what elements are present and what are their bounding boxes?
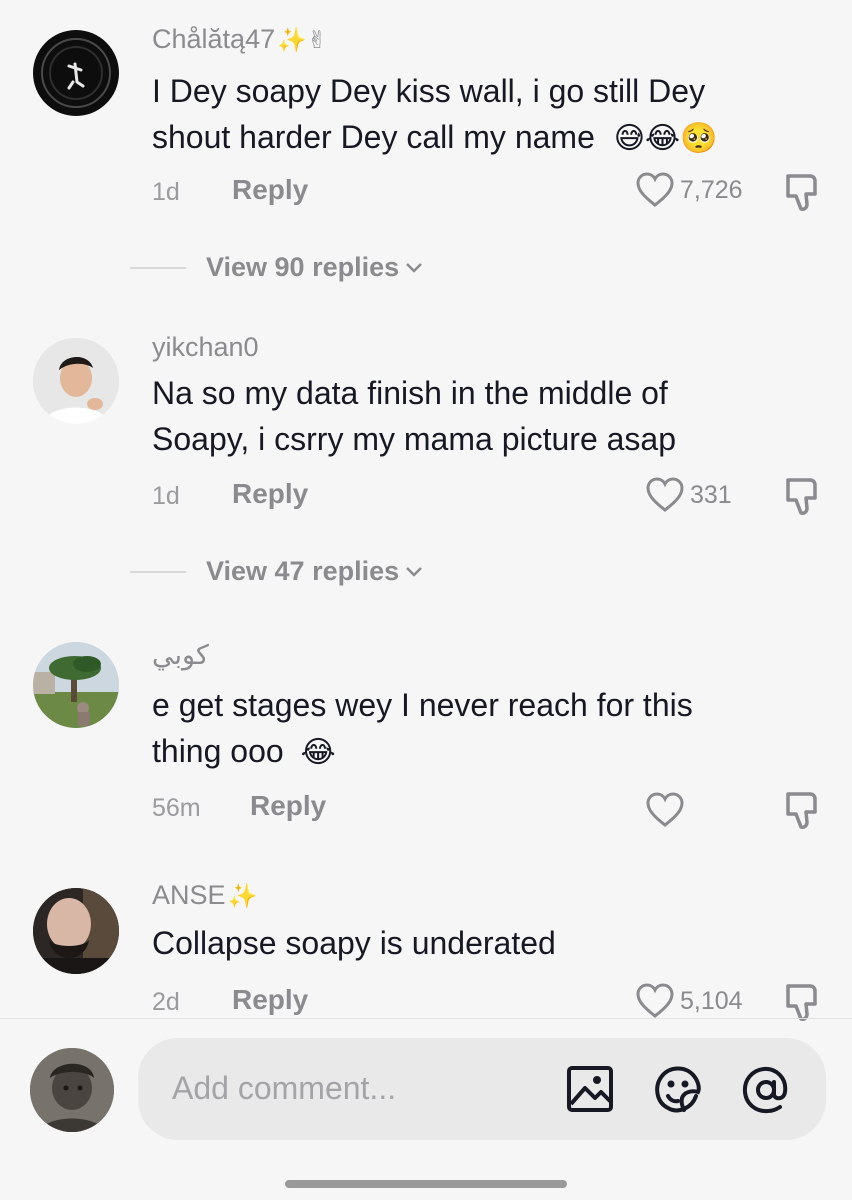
comment-username[interactable]: كوبي — [152, 640, 209, 671]
reply-button[interactable]: Reply — [232, 174, 308, 206]
like-count: 5,104 — [680, 986, 743, 1015]
comment-text-line: I Dey soapy Dey kiss wall, i go still De… — [152, 73, 706, 109]
comment-username[interactable]: Chålătą47✨✌ — [152, 24, 327, 55]
comment-input[interactable]: Add comment... — [172, 1070, 396, 1107]
comment-text-line: thing ooo — [152, 733, 284, 769]
divider-line — [130, 570, 186, 573]
emoji-icon[interactable] — [652, 1064, 704, 1121]
thumbs-down-icon — [786, 478, 817, 515]
comment-username[interactable]: ANSE✨ — [152, 880, 257, 911]
heart-icon — [646, 792, 684, 827]
comment-text: e get stages wey I never reach for this … — [152, 682, 822, 776]
avatar[interactable] — [33, 338, 119, 424]
comment-text-line: Collapse soapy is underated — [152, 925, 556, 961]
comment-time: 2d — [152, 988, 180, 1016]
username-decoration: ✨ — [227, 883, 258, 910]
comment-text: I Dey soapy Dey kiss wall, i go still De… — [152, 68, 822, 162]
like-button[interactable]: 331 — [646, 477, 732, 513]
dislike-button[interactable] — [782, 790, 822, 837]
like-button[interactable] — [646, 792, 690, 828]
current-user-avatar[interactable] — [30, 1048, 114, 1132]
image-icon[interactable] — [566, 1064, 614, 1119]
comment-text-line: e get stages wey I never reach for this — [152, 687, 693, 723]
comment-username[interactable]: yikchan0 — [152, 332, 259, 363]
dislike-button[interactable] — [782, 172, 822, 219]
comment-time: 1d — [152, 482, 180, 510]
dislike-button[interactable] — [782, 982, 822, 1029]
avatar[interactable] — [33, 888, 119, 974]
mention-icon[interactable] — [740, 1064, 792, 1121]
view-replies-label: View 90 replies — [206, 252, 400, 282]
thumbs-down-icon — [786, 792, 817, 829]
divider-line — [130, 266, 186, 269]
like-button[interactable]: 7,726 — [636, 172, 743, 208]
emoji-sweat-smile-icon: 😅 — [613, 122, 646, 155]
comment-time: 56m — [152, 794, 201, 822]
comment-text: Collapse soapy is underated — [152, 920, 822, 966]
avatar[interactable] — [33, 642, 119, 728]
username-decoration: ✨✌ — [277, 27, 328, 54]
comment-text-line: Na so my data finish in the middle of — [152, 375, 668, 411]
comment-text: Na so my data finish in the middle of So… — [152, 370, 822, 462]
emoji-joy-icon: 😂 — [300, 736, 336, 769]
emoji-joy-icon: 😂 — [645, 122, 681, 155]
reply-button[interactable]: Reply — [232, 984, 308, 1016]
like-count: 7,726 — [680, 175, 743, 204]
chevron-down-icon — [406, 566, 423, 577]
heart-icon — [636, 983, 674, 1018]
comment-composer[interactable]: Add comment... — [138, 1038, 826, 1140]
view-replies-button[interactable]: View 90 replies — [130, 252, 423, 283]
reply-button[interactable]: Reply — [250, 790, 326, 822]
like-button[interactable]: 5,104 — [636, 983, 743, 1019]
view-replies-label: View 47 replies — [206, 556, 400, 586]
comment-text-line: Soapy, i csrry my mama picture asap — [152, 421, 677, 457]
home-indicator — [285, 1180, 567, 1188]
heart-icon — [646, 477, 684, 512]
heart-icon — [636, 172, 674, 207]
like-count: 331 — [690, 480, 732, 509]
thumbs-down-icon — [786, 174, 817, 211]
dislike-button[interactable] — [782, 476, 822, 523]
chevron-down-icon — [406, 262, 423, 273]
reply-button[interactable]: Reply — [232, 478, 308, 510]
view-replies-button[interactable]: View 47 replies — [130, 556, 423, 587]
comment-emojis: 😅😂🥺 — [614, 122, 718, 155]
emoji-pleading-icon: 🥺 — [680, 122, 718, 155]
composer-divider — [0, 1018, 852, 1019]
comment-text-line: shout harder Dey call my name — [152, 119, 595, 155]
avatar[interactable] — [33, 30, 119, 116]
comment-time: 1d — [152, 178, 180, 206]
